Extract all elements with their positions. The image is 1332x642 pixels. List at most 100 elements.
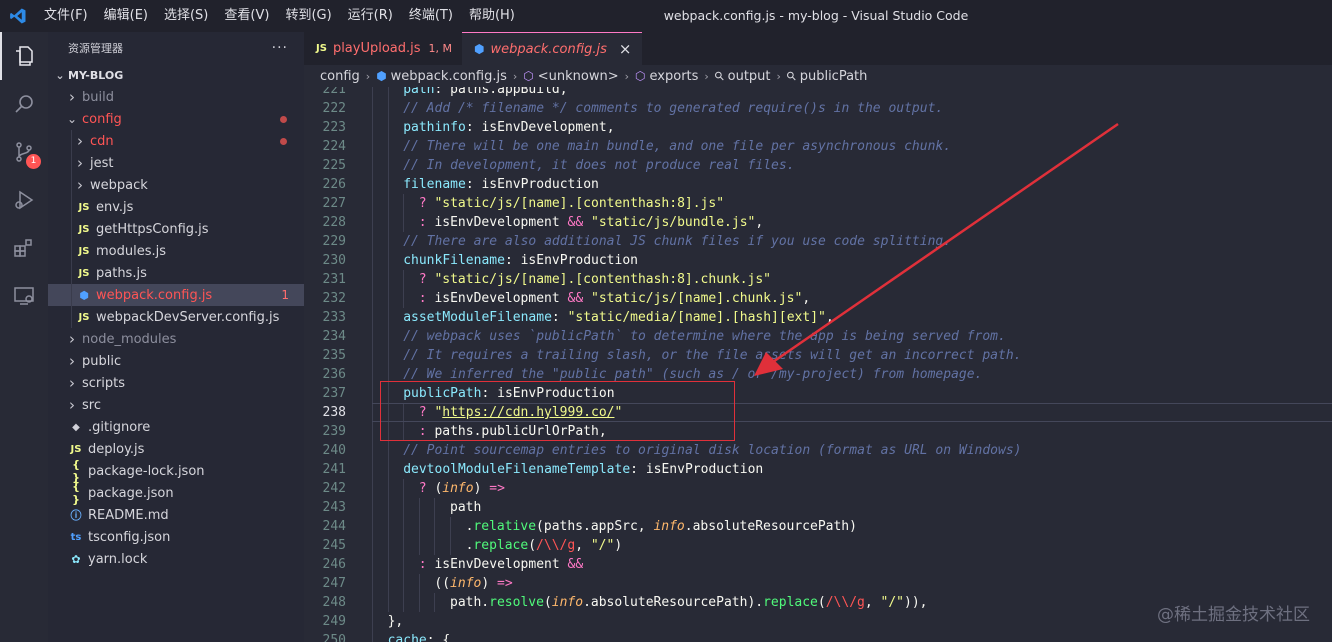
indent-guide: [403, 289, 405, 308]
code-token: // We inferred the "public path" (such a…: [403, 367, 983, 382]
menu-item[interactable]: 编辑(E): [96, 0, 156, 32]
line-number: 245: [322, 538, 346, 553]
indent-guide: [418, 536, 420, 555]
extensions-icon[interactable]: [0, 224, 48, 272]
breadcrumb-item[interactable]: output: [728, 69, 771, 84]
file-item[interactable]: JS deploy.js: [48, 438, 304, 460]
folder-item[interactable]: › node_modules: [48, 328, 304, 350]
menu-item[interactable]: 文件(F): [36, 0, 96, 32]
workspace-root[interactable]: ⌄ MY-BLOG: [48, 64, 304, 86]
code-editor[interactable]: 221 path: paths.appBuild, 222 // Add /* fil…: [304, 87, 1332, 642]
vscode-logo-icon: [0, 0, 36, 32]
folder-item[interactable]: › jest: [48, 152, 304, 174]
file-item[interactable]: { } package-lock.json: [48, 458, 304, 484]
breadcrumb-item[interactable]: <unknown>: [538, 69, 619, 84]
line-number: 230: [322, 253, 346, 268]
code-token: :: [418, 291, 435, 306]
explorer-icon[interactable]: [0, 32, 48, 80]
menu-item[interactable]: 查看(V): [216, 0, 277, 32]
code-token: // It requires a trailing slash, or the …: [403, 348, 1022, 363]
source-control-badge: 1: [26, 154, 41, 169]
breadcrumb-item[interactable]: publicPath: [800, 69, 868, 84]
indent-guide: [387, 460, 389, 479]
search-icon[interactable]: [0, 80, 48, 128]
code-line: 238 ? "https://cdn.hyl999.co/": [304, 403, 1332, 422]
indent-guide: [434, 498, 436, 517]
line-number: 247: [322, 576, 346, 591]
code-line: 239: paths.publicUrlOrPath,: [304, 422, 1332, 441]
file-item[interactable]: JS env.js: [48, 196, 304, 218]
file-item[interactable]: ✿ yarn.lock: [48, 548, 304, 570]
tab-play-upload[interactable]: JS playUpload.js 1, M: [304, 32, 463, 65]
indent-guide: [372, 441, 373, 460]
source-control-icon[interactable]: 1: [0, 128, 48, 176]
indent-guide: [372, 631, 373, 642]
menu-item[interactable]: 终端(T): [401, 0, 461, 32]
file-item[interactable]: JS webpackDevServer.config.js: [48, 306, 304, 328]
menu-item[interactable]: 选择(S): [156, 0, 216, 32]
folder-item[interactable]: › webpack: [48, 174, 304, 196]
code-token: :: [630, 462, 646, 477]
breadcrumb-item[interactable]: config: [320, 69, 360, 84]
code-line: 237 publicPath: isEnvProduction: [304, 384, 1332, 403]
code-token: ?: [418, 272, 435, 287]
line-number: 229: [322, 234, 346, 249]
indent-guide: [71, 152, 72, 174]
indent-guide: [372, 156, 373, 175]
indent-guide: [387, 441, 389, 460]
js-file-icon: JS: [316, 43, 327, 54]
indent-guide: [387, 156, 389, 175]
indent-guide: [372, 175, 373, 194]
file-item[interactable]: JS modules.js: [48, 240, 304, 262]
remote-explorer-icon[interactable]: [0, 272, 48, 320]
code-line: 224 // There will be one main bundle, and…: [304, 137, 1332, 156]
code-token: ): [614, 538, 623, 553]
tree-item-label: config: [82, 111, 122, 127]
file-item[interactable]: ⓘ README.md: [48, 504, 304, 526]
chevron-right-icon: ›: [77, 176, 83, 194]
line-number: 227: [322, 196, 346, 211]
folder-item[interactable]: › src: [48, 394, 304, 416]
indent-guide: [372, 460, 373, 479]
indent-guide: [387, 479, 389, 498]
breadcrumb-item[interactable]: webpack.config.js: [391, 69, 507, 84]
tree-item-label: build: [82, 89, 114, 105]
code-token: :: [551, 310, 568, 325]
file-item[interactable]: ◆ .gitignore: [48, 416, 304, 438]
file-item[interactable]: ts tsconfig.json: [48, 526, 304, 548]
code-token: ((: [434, 576, 451, 591]
file-item[interactable]: JS getHttpsConfig.js: [48, 218, 304, 240]
code-token: ,: [598, 424, 607, 439]
tree-item-label: package.json: [88, 485, 174, 501]
sidebar-header: 资源管理器 ···: [48, 32, 304, 64]
indent-guide: [450, 517, 451, 536]
code-text: : isEnvDevelopment && "static/js/bundle.…: [419, 213, 763, 232]
close-icon[interactable]: ×: [619, 40, 632, 58]
tree-item-label: node_modules: [82, 331, 177, 347]
file-item[interactable]: ⬢ webpack.config.js 1: [48, 284, 304, 306]
indent-guide: [71, 196, 72, 218]
menu-item[interactable]: 转到(G): [277, 0, 339, 32]
code-token: https://cdn.hyl999.co/: [442, 405, 615, 420]
menu-item[interactable]: 帮助(H): [461, 0, 523, 32]
more-actions-icon[interactable]: ···: [272, 40, 288, 56]
code-token: info: [551, 595, 584, 610]
breadcrumb-item[interactable]: exports: [650, 69, 699, 84]
file-item[interactable]: JS paths.js: [48, 262, 304, 284]
tab-webpack-config[interactable]: ⬢ webpack.config.js ×: [462, 32, 642, 65]
indent-guide: [372, 327, 373, 346]
indent-guide: [387, 251, 389, 270]
folder-item[interactable]: › scripts: [48, 372, 304, 394]
readme-info-icon: ⓘ: [70, 509, 82, 522]
line-number: 237: [322, 386, 346, 401]
run-debug-icon[interactable]: [0, 176, 48, 224]
code-token: ,: [575, 538, 591, 553]
folder-item[interactable]: › cdn: [48, 130, 304, 152]
menu-item[interactable]: 运行(R): [340, 0, 401, 32]
folder-item[interactable]: ⌄ config: [48, 108, 304, 130]
indent-guide: [372, 346, 373, 365]
code-token: "static/js/[name].[contenthash:8].chunk.…: [434, 272, 771, 287]
folder-item[interactable]: › public: [48, 350, 304, 372]
file-item[interactable]: { } package.json: [48, 480, 304, 506]
folder-item[interactable]: › build: [48, 86, 304, 108]
